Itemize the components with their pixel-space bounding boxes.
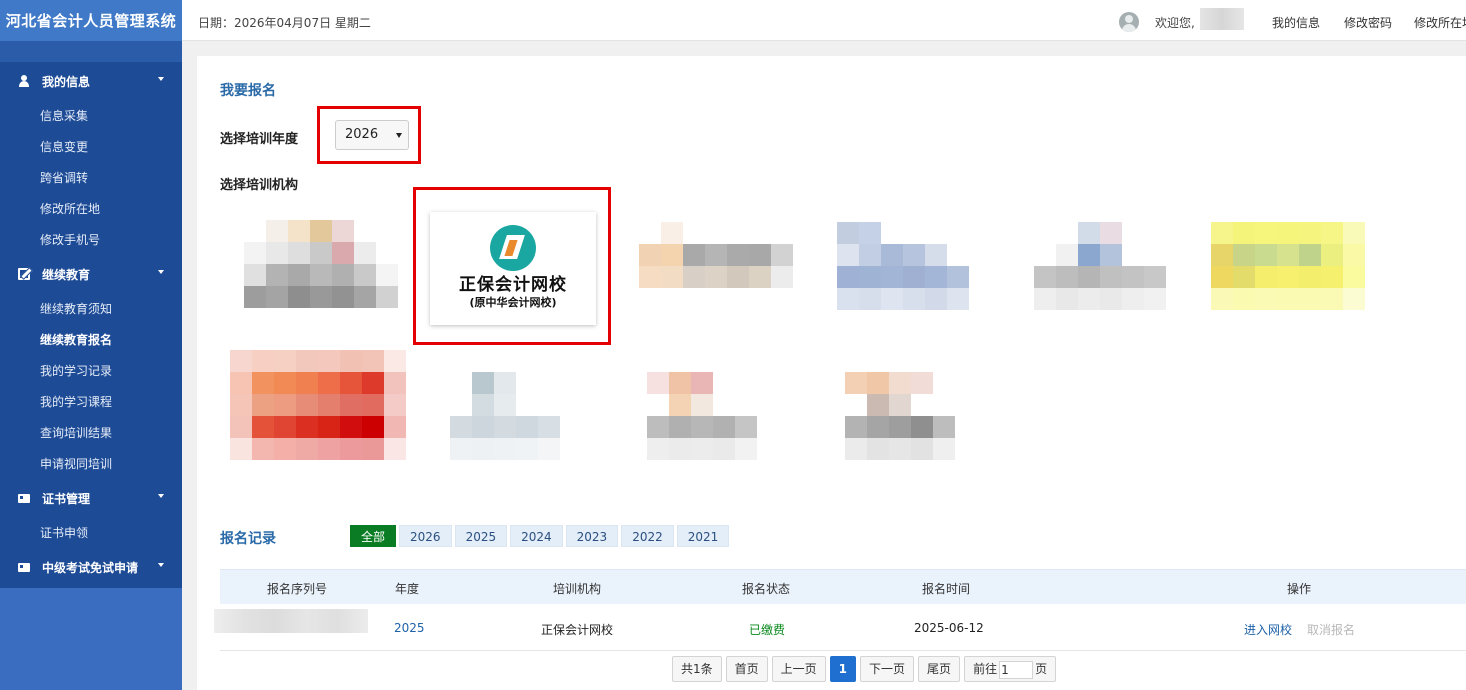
sidebar-item-info-collect[interactable]: 信息采集 bbox=[0, 100, 182, 131]
sidebar-item-transfer[interactable]: 跨省调转 bbox=[0, 162, 182, 193]
col-org: 培训机构 bbox=[553, 582, 602, 596]
chevron-down-icon bbox=[158, 270, 164, 274]
sidebar-menu: 我的信息 信息采集 信息变更 跨省调转 修改所在地 修改手机号 继续教育 继续教… bbox=[0, 62, 182, 588]
serial-redacted bbox=[214, 609, 368, 633]
user-name-redacted bbox=[1200, 8, 1244, 30]
current-date: 日期：2026年04月07日 星期二 bbox=[198, 16, 371, 30]
sidebar-item-cert-apply[interactable]: 证书申领 bbox=[0, 517, 182, 548]
col-status: 报名状态 bbox=[742, 582, 791, 596]
my-info-link[interactable]: 我的信息 bbox=[1272, 14, 1320, 31]
id-card-icon bbox=[18, 563, 30, 572]
org-card-blurred-1[interactable] bbox=[224, 202, 402, 330]
signup-title: 我要报名 bbox=[220, 83, 276, 99]
next-page-button[interactable]: 下一页 bbox=[860, 656, 915, 682]
year-highlight-box bbox=[317, 106, 421, 164]
sidebar-group-label: 中级考试免试申请 bbox=[42, 560, 139, 575]
org-card-blurred-2[interactable] bbox=[625, 202, 803, 330]
year-tabs: 全部 2026 2025 2024 2023 2022 2021 bbox=[350, 525, 730, 547]
sidebar-item-change-phone[interactable]: 修改手机号 bbox=[0, 224, 182, 255]
org-card-blurred-6[interactable] bbox=[230, 350, 408, 478]
tab-2024[interactable]: 2024 bbox=[510, 525, 563, 547]
cancel-signup-link[interactable]: 取消报名 bbox=[1307, 621, 1355, 638]
sidebar-group-label: 我的信息 bbox=[42, 74, 91, 89]
sidebar-item-study-records[interactable]: 我的学习记录 bbox=[0, 355, 182, 386]
tab-2023[interactable]: 2023 bbox=[565, 525, 619, 547]
pagination: 共1条 首页 上一页 1 下一页 尾页 前往 1 页 bbox=[672, 656, 1060, 682]
goto-prefix: 前往 bbox=[973, 662, 998, 676]
sidebar-group-certificates[interactable]: 证书管理 bbox=[0, 479, 182, 517]
cell-status: 已缴费 bbox=[749, 623, 786, 637]
sidebar-item-my-courses[interactable]: 我的学习课程 bbox=[0, 386, 182, 417]
sidebar-group-label: 证书管理 bbox=[42, 491, 91, 506]
col-time: 报名时间 bbox=[922, 582, 971, 596]
cell-org: 正保会计网校 bbox=[541, 623, 614, 637]
chevron-down-icon bbox=[158, 77, 164, 81]
sidebar-group-continuing-edu[interactable]: 继续教育 bbox=[0, 255, 182, 293]
pagination-total: 共1条 bbox=[672, 656, 722, 682]
sidebar-group-my-info[interactable]: 我的信息 bbox=[0, 62, 182, 100]
current-page-button[interactable]: 1 bbox=[829, 656, 857, 682]
records-table-header: 报名序列号 年度 培训机构 报名状态 报名时间 操作 bbox=[220, 569, 1466, 604]
col-year: 年度 bbox=[395, 582, 420, 596]
sidebar-group-label: 继续教育 bbox=[42, 267, 91, 282]
table-row: 2025 正保会计网校 已缴费 2025-06-12 进入网校 取消报名 bbox=[214, 605, 1466, 651]
org-card-blurred-9[interactable] bbox=[823, 350, 1001, 478]
change-password-link[interactable]: 修改密码 bbox=[1344, 14, 1392, 31]
welcome-text: 欢迎您, bbox=[1155, 16, 1195, 30]
prev-page-button[interactable]: 上一页 bbox=[771, 656, 826, 682]
col-serial: 报名序列号 bbox=[267, 582, 328, 596]
goto-suffix: 页 bbox=[1035, 662, 1048, 676]
avatar bbox=[1119, 12, 1139, 32]
enter-school-link[interactable]: 进入网校 bbox=[1244, 621, 1292, 638]
sidebar-item-edu-notice[interactable]: 继续教育须知 bbox=[0, 293, 182, 324]
col-actions: 操作 bbox=[1287, 582, 1312, 596]
tab-all[interactable]: 全部 bbox=[350, 525, 397, 547]
records-title: 报名记录 bbox=[220, 531, 276, 547]
org-highlight-box bbox=[413, 187, 611, 345]
cell-year: 2025 bbox=[394, 621, 425, 635]
sidebar-item-change-location[interactable]: 修改所在地 bbox=[0, 193, 182, 224]
chevron-down-icon bbox=[158, 563, 164, 567]
org-card-blurred-4[interactable] bbox=[1012, 202, 1190, 330]
sidebar: 河北省会计人员管理系统 我的信息 信息采集 信息变更 跨省调转 修改所在地 修改… bbox=[0, 0, 182, 690]
sidebar-item-training-results[interactable]: 查询培训结果 bbox=[0, 417, 182, 448]
tab-2026[interactable]: 2026 bbox=[399, 525, 452, 547]
goto-page-input[interactable]: 1 bbox=[999, 660, 1034, 679]
id-card-icon bbox=[18, 494, 30, 503]
last-page-button[interactable]: 尾页 bbox=[918, 656, 961, 682]
change-location-link[interactable]: 修改所在地 bbox=[1414, 14, 1466, 31]
org-card-blurred-5[interactable] bbox=[1209, 202, 1387, 330]
org-card-blurred-8[interactable] bbox=[625, 350, 803, 478]
tab-2022[interactable]: 2022 bbox=[621, 525, 674, 547]
org-label: 选择培训机构 bbox=[220, 178, 299, 193]
edit-icon bbox=[18, 268, 30, 280]
tab-2021[interactable]: 2021 bbox=[676, 525, 730, 547]
sidebar-group-exam-exemption[interactable]: 中级考试免试申请 bbox=[0, 548, 182, 586]
org-card-blurred-3[interactable] bbox=[817, 202, 995, 330]
sidebar-item-equivalent-training[interactable]: 申请视同培训 bbox=[0, 448, 182, 479]
main-content: 我要报名 选择培训年度 2026 选择培训机构 正保会计网校 (原中华会计网校) bbox=[197, 56, 1466, 690]
chevron-down-icon bbox=[158, 494, 164, 498]
sidebar-item-info-change[interactable]: 信息变更 bbox=[0, 131, 182, 162]
goto-page: 前往 1 页 bbox=[964, 656, 1057, 682]
sidebar-item-edu-signup[interactable]: 继续教育报名 bbox=[0, 324, 182, 355]
year-label: 选择培训年度 bbox=[220, 132, 299, 147]
first-page-button[interactable]: 首页 bbox=[725, 656, 768, 682]
sidebar-footer bbox=[0, 588, 182, 690]
tab-2025[interactable]: 2025 bbox=[454, 525, 508, 547]
org-card-blurred-7[interactable] bbox=[428, 350, 606, 478]
header: 日期：2026年04月07日 星期二 欢迎您, 我的信息 修改密码 修改所在地 bbox=[182, 0, 1466, 41]
user-icon bbox=[18, 75, 30, 87]
cell-time: 2025-06-12 bbox=[914, 621, 984, 635]
app-title: 河北省会计人员管理系统 bbox=[0, 0, 182, 41]
